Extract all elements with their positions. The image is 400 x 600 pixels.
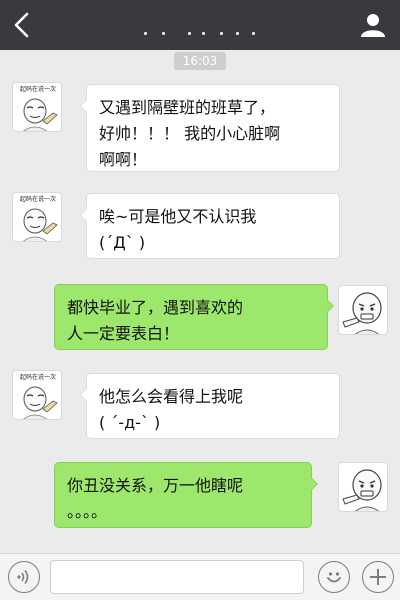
my-avatar[interactable] (338, 285, 388, 335)
message-input[interactable] (50, 560, 304, 594)
back-button[interactable] (4, 6, 40, 44)
contact-avatar[interactable]: 起码在说一次 (12, 370, 62, 420)
message-text: 都快毕业了，遇到喜欢的 (67, 298, 244, 317)
message-bubble-outgoing: 都快毕业了，遇到喜欢的 人一定要表白！ (54, 284, 334, 350)
title-bar (0, 0, 400, 50)
avatar-caption: 起码在说一次 (20, 195, 56, 203)
message-text: 。。。。 (67, 502, 108, 521)
message-bubble-outgoing: 你丑没关系，万一他瞎呢 。。。。 (54, 462, 318, 528)
message-text: 唉~可是他又不认识我 (99, 207, 257, 226)
message-bubble-incoming: 唉~可是他又不认识我 (´Д` ) (80, 193, 340, 259)
chat-info-button[interactable] (358, 10, 388, 40)
message-bubble-incoming: 又遇到隔壁班的班草了， 好帅！！！ 我的小心脏啊 啊啊！ (80, 84, 340, 172)
message-text: 你丑没关系，万一他瞎呢 (67, 476, 244, 495)
message-text: (´Д` ) (99, 233, 146, 252)
message-text: 他怎么会看得上我呢 (99, 387, 244, 406)
chevron-left-icon (14, 12, 29, 38)
message-text: 人一定要表白！ (67, 324, 180, 343)
voice-icon (17, 570, 29, 584)
message-timestamp: 16:03 (174, 52, 226, 70)
my-avatar[interactable] (338, 462, 388, 512)
message-text: 好帅！！！ 我的小心脏啊 (99, 124, 281, 143)
more-actions-button[interactable] (362, 561, 394, 593)
contact-avatar[interactable]: 起码在说一次 (12, 192, 62, 242)
avatar-caption: 起码在说一次 (20, 85, 56, 93)
contact-avatar[interactable]: 起码在说一次 (12, 82, 62, 132)
message-text: 又遇到隔壁班的班草了， (99, 98, 276, 117)
emoji-button[interactable] (318, 561, 350, 593)
emoji-icon (327, 572, 341, 583)
blurred-title (140, 32, 260, 36)
input-bar (0, 553, 400, 600)
plus-icon (370, 569, 386, 585)
voice-button[interactable] (8, 561, 40, 593)
person-icon (361, 14, 385, 37)
message-text: 啊啊！ (99, 150, 148, 169)
avatar-caption: 起码在说一次 (20, 373, 56, 381)
message-bubble-incoming: 他怎么会看得上我呢 ( ´-д-` ) (80, 373, 340, 439)
message-text: ( ´-д-` ) (99, 413, 161, 432)
